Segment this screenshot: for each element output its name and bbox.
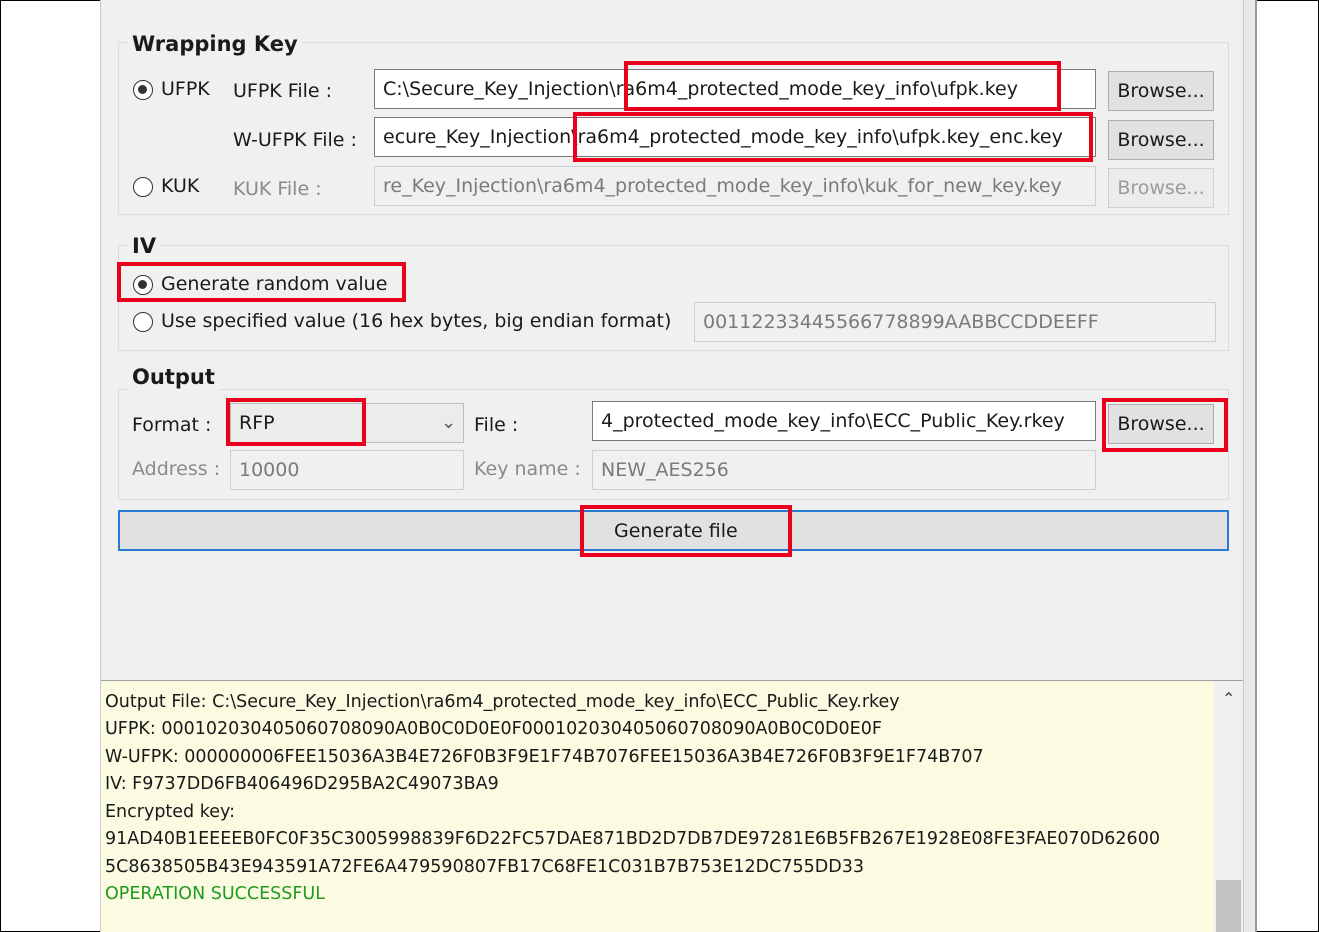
- log-scrollbar-thumb[interactable]: [1216, 880, 1241, 932]
- wufpk-file-label: W-UFPK File :: [233, 129, 357, 151]
- panel-edge: [1244, 0, 1257, 932]
- kuk-file-label: KUK File :: [233, 178, 322, 200]
- log-status-line: OPERATION SUCCESSFUL: [105, 884, 325, 904]
- format-label: Format :: [132, 414, 212, 436]
- output-log: Output File: C:\Secure_Key_Injection\ra6…: [101, 680, 1243, 932]
- iv-specified-label: Use specified value (16 hex bytes, big e…: [161, 310, 672, 332]
- chevron-down-icon: ⌄: [441, 412, 457, 433]
- ufpk-radio-label: UFPK: [161, 78, 210, 100]
- ufpk-radio[interactable]: [133, 80, 153, 100]
- highlight-output-browse: [1102, 398, 1228, 452]
- kuk-file-input: re_Key_Injection\ra6m4_protected_mode_ke…: [374, 166, 1096, 206]
- log-line: Encrypted key:: [105, 802, 235, 822]
- address-label: Address :: [132, 458, 221, 480]
- address-input: 10000: [230, 450, 464, 490]
- key-name-input: NEW_AES256: [592, 450, 1096, 490]
- ufpk-file-value-dir: C:\Secure_Key_Injection\: [383, 78, 616, 100]
- iv-specified-radio[interactable]: [133, 312, 153, 332]
- chevron-up-icon[interactable]: ⌃: [1222, 689, 1235, 708]
- ufpk-file-label: UFPK File :: [233, 80, 333, 102]
- output-file-label: File :: [474, 414, 519, 436]
- highlight-ufpk-path: [624, 61, 1061, 111]
- log-line: 5C8638505B43E943591A72FE6A479590807FB17C…: [105, 857, 864, 877]
- output-legend: Output: [128, 364, 219, 390]
- log-line: 91AD40B1EEEEB0FC0F35C3005998839F6D22FC57…: [105, 829, 1160, 849]
- kuk-radio-label: KUK: [161, 175, 200, 197]
- key-name-label: Key name :: [474, 458, 581, 480]
- wufpk-browse-button[interactable]: Browse...: [1108, 120, 1214, 160]
- kuk-radio[interactable]: [133, 177, 153, 197]
- output-file-input[interactable]: 4_protected_mode_key_info\ECC_Public_Key…: [592, 401, 1096, 441]
- iv-legend: IV: [128, 233, 161, 259]
- highlight-generate: [580, 505, 792, 557]
- log-line: UFPK: 000102030405060708090A0B0C0D0E0F00…: [105, 719, 882, 739]
- wufpk-file-value-dir: ecure_Key_Injection: [383, 126, 572, 148]
- ufpk-browse-button[interactable]: Browse...: [1108, 71, 1214, 111]
- wrapping-key-legend: Wrapping Key: [128, 31, 302, 57]
- highlight-iv-random: [117, 262, 406, 302]
- highlight-format: [226, 398, 366, 446]
- log-line: Output File: C:\Secure_Key_Injection\ra6…: [105, 692, 900, 712]
- highlight-wufpk-path: [573, 112, 1093, 162]
- kuk-browse-button: Browse...: [1108, 168, 1214, 208]
- log-line: W-UFPK: 000000006FEE15036A3B4E726F0B3F9E…: [105, 747, 984, 767]
- iv-specified-input: 00112233445566778899AABBCCDDEEFF: [694, 302, 1216, 342]
- log-line: IV: F9737DD6FB406496D295BA2C49073BA9: [105, 774, 499, 794]
